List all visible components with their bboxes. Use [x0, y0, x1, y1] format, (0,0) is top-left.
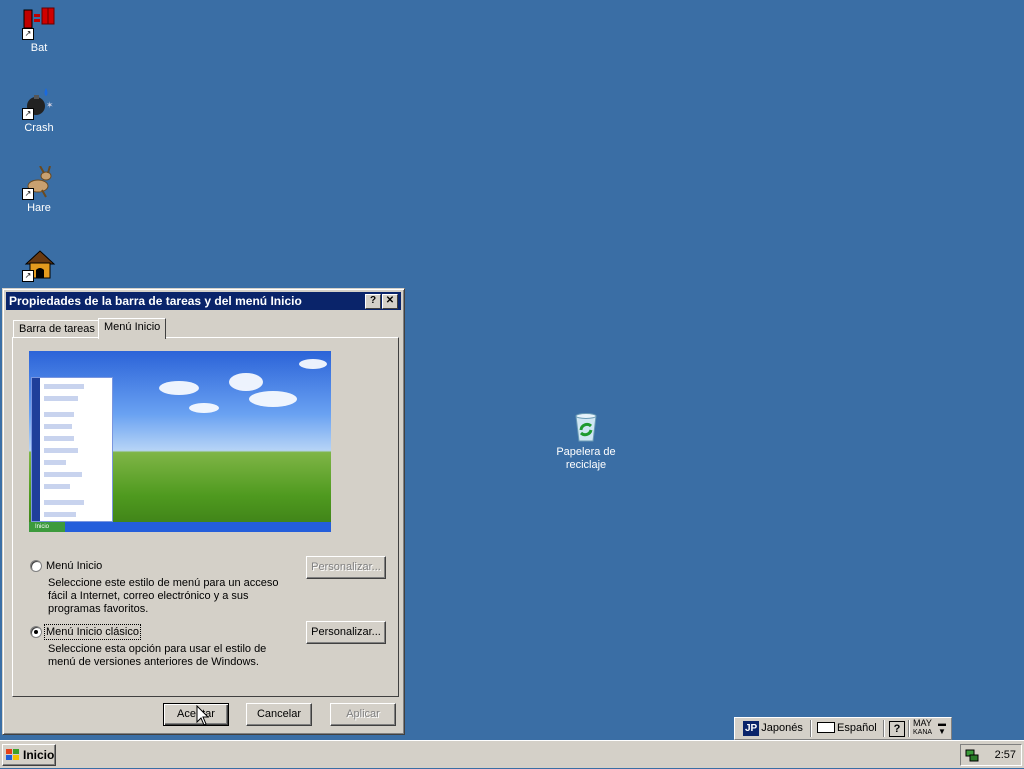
- start-button[interactable]: Inicio: [2, 744, 56, 766]
- system-tray: 2:57: [960, 744, 1022, 766]
- desktop-icon-label: Crash: [24, 122, 54, 134]
- preview-taskbar: Inicio: [29, 522, 331, 532]
- hare-rabbit-icon: ↗: [22, 165, 56, 200]
- keyboard-name: Español: [837, 722, 877, 734]
- desktop-icon-label: Papelera de reciclaje: [556, 446, 616, 471]
- keyboard-icon: [817, 721, 835, 733]
- language-bar: JP Japonés Español ? MAY KANA ▬ ▼: [734, 717, 952, 740]
- network-icon[interactable]: [965, 748, 979, 762]
- preview-start-menu: [31, 377, 113, 522]
- svg-text:✶: ✶: [46, 101, 54, 111]
- customize-button[interactable]: Personalizar...: [306, 621, 386, 644]
- customize-button-disabled[interactable]: Personalizar...: [306, 556, 386, 579]
- help-icon[interactable]: ?: [889, 721, 905, 737]
- tab-menu-inicio[interactable]: Menú Inicio: [98, 318, 167, 339]
- desktop-icon-doghouse[interactable]: ↗: [4, 248, 74, 284]
- desktop-icon-crash[interactable]: ✶ ↗ Crash: [4, 86, 74, 135]
- doghouse-icon: ↗: [22, 248, 56, 282]
- desktop-icon-label: Bat: [30, 42, 48, 54]
- radio-menu-inicio-clasico[interactable]: Menú Inicio clásico: [30, 624, 141, 641]
- radio-label[interactable]: Menú Inicio clásico: [44, 624, 141, 641]
- radio-button[interactable]: [30, 560, 42, 573]
- desktop-icon-hare[interactable]: ↗ Hare: [4, 165, 74, 215]
- dialog-title-bar[interactable]: Propiedades de la barra de tareas y del …: [6, 292, 401, 310]
- desktop-icon-recycle-bin[interactable]: Papelera de reciclaje: [551, 410, 621, 472]
- clock[interactable]: 2:57: [995, 745, 1016, 765]
- apply-button[interactable]: Aplicar: [330, 703, 396, 726]
- input-mode-top: MAY: [913, 718, 932, 728]
- keyboard-selector[interactable]: Español: [817, 720, 877, 737]
- taskbar-start-menu-properties-dialog: Propiedades de la barra de tareas y del …: [2, 288, 405, 735]
- crash-bomb-icon: ✶ ↗: [22, 86, 56, 120]
- radio-menu-inicio[interactable]: Menú Inicio: [30, 560, 102, 573]
- windows-logo-icon: [6, 749, 19, 760]
- radio-menu-inicio-description: Seleccione este estilo de menú para un a…: [48, 577, 279, 615]
- radio-menu-inicio-clasico-description: Seleccione esta opción para usar el esti…: [48, 643, 267, 668]
- language-bar-options-icon[interactable]: ▬ ▼: [938, 720, 946, 737]
- desktop-icon-label: Hare: [27, 202, 51, 214]
- tab-barra-de-tareas[interactable]: Barra de tareas: [13, 320, 101, 338]
- preview-start-button: Inicio: [29, 522, 65, 532]
- taskbar: Inicio 2:57: [0, 740, 1024, 768]
- mouse-cursor-icon: [196, 704, 210, 730]
- dialog-title: Propiedades de la barra de tareas y del …: [9, 294, 302, 308]
- tab-panel-menu-inicio: Inicio Menú Inicio Seleccione este estil…: [12, 337, 399, 697]
- language-code-badge: JP: [743, 721, 760, 736]
- radio-button[interactable]: [30, 626, 42, 639]
- input-mode-indicator[interactable]: MAY KANA: [913, 718, 933, 737]
- bat-batch-file-icon: ↗: [22, 6, 56, 40]
- help-button[interactable]: ?: [365, 294, 381, 309]
- language-name: Japonés: [761, 722, 803, 734]
- start-label: Inicio: [23, 748, 55, 762]
- radio-label[interactable]: Menú Inicio: [46, 560, 102, 572]
- close-button[interactable]: ✕: [382, 294, 398, 309]
- cancel-button[interactable]: Cancelar: [246, 703, 312, 726]
- desktop-icon-bat[interactable]: ↗ Bat: [4, 6, 74, 55]
- start-menu-preview-image: Inicio: [29, 351, 331, 532]
- language-selector[interactable]: JP Japonés: [743, 720, 803, 737]
- input-mode-bottom: KANA: [913, 729, 933, 736]
- recycle-bin-icon: [569, 410, 603, 444]
